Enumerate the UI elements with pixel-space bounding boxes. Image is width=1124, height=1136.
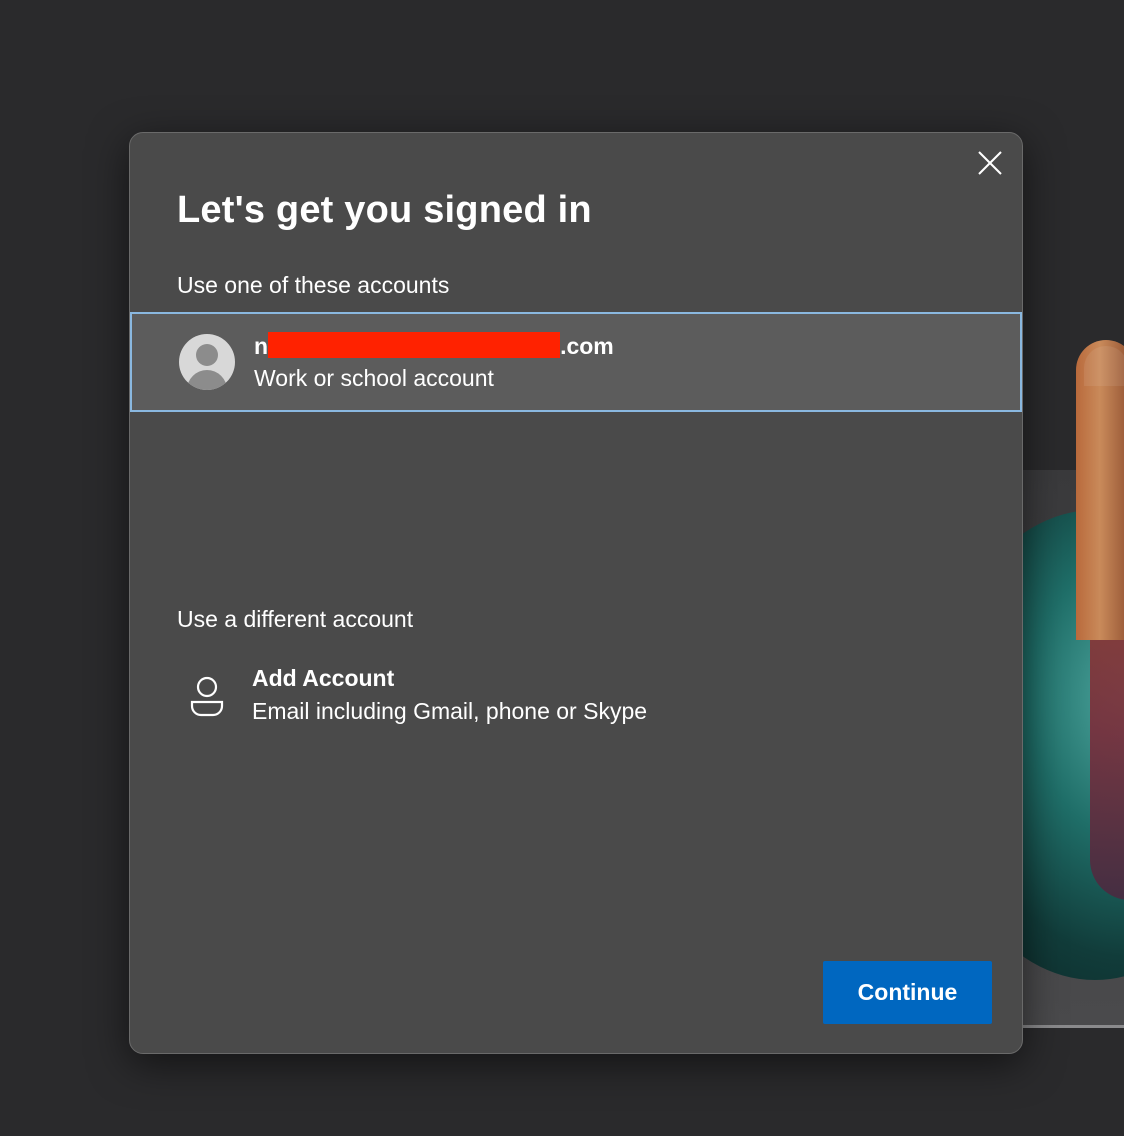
account-email: n .com [254, 332, 614, 360]
account-list-item[interactable]: n .com Work or school account [130, 312, 1022, 412]
account-email-prefix: n [254, 333, 269, 359]
account-email-suffix: .com [560, 333, 614, 359]
sign-in-dialog: Let's get you signed in Use one of these… [129, 132, 1023, 1054]
redaction-bar [268, 332, 561, 358]
accounts-section-label: Use one of these accounts [177, 272, 450, 298]
background-pillar [1076, 340, 1124, 640]
different-account-section-label: Use a different account [177, 606, 414, 632]
close-icon [978, 151, 1002, 175]
person-outline-icon [190, 676, 224, 717]
add-account-title: Add Account [252, 665, 395, 691]
dialog-title: Let's get you signed in [177, 189, 592, 231]
continue-button[interactable]: Continue [823, 961, 992, 1024]
add-account-subtitle: Email including Gmail, phone or Skype [252, 698, 648, 724]
add-account-option[interactable]: Add Account Email including Gmail, phone… [130, 653, 1022, 733]
account-type-label: Work or school account [254, 365, 494, 391]
close-button[interactable] [974, 147, 1006, 179]
person-avatar-icon [179, 334, 235, 390]
